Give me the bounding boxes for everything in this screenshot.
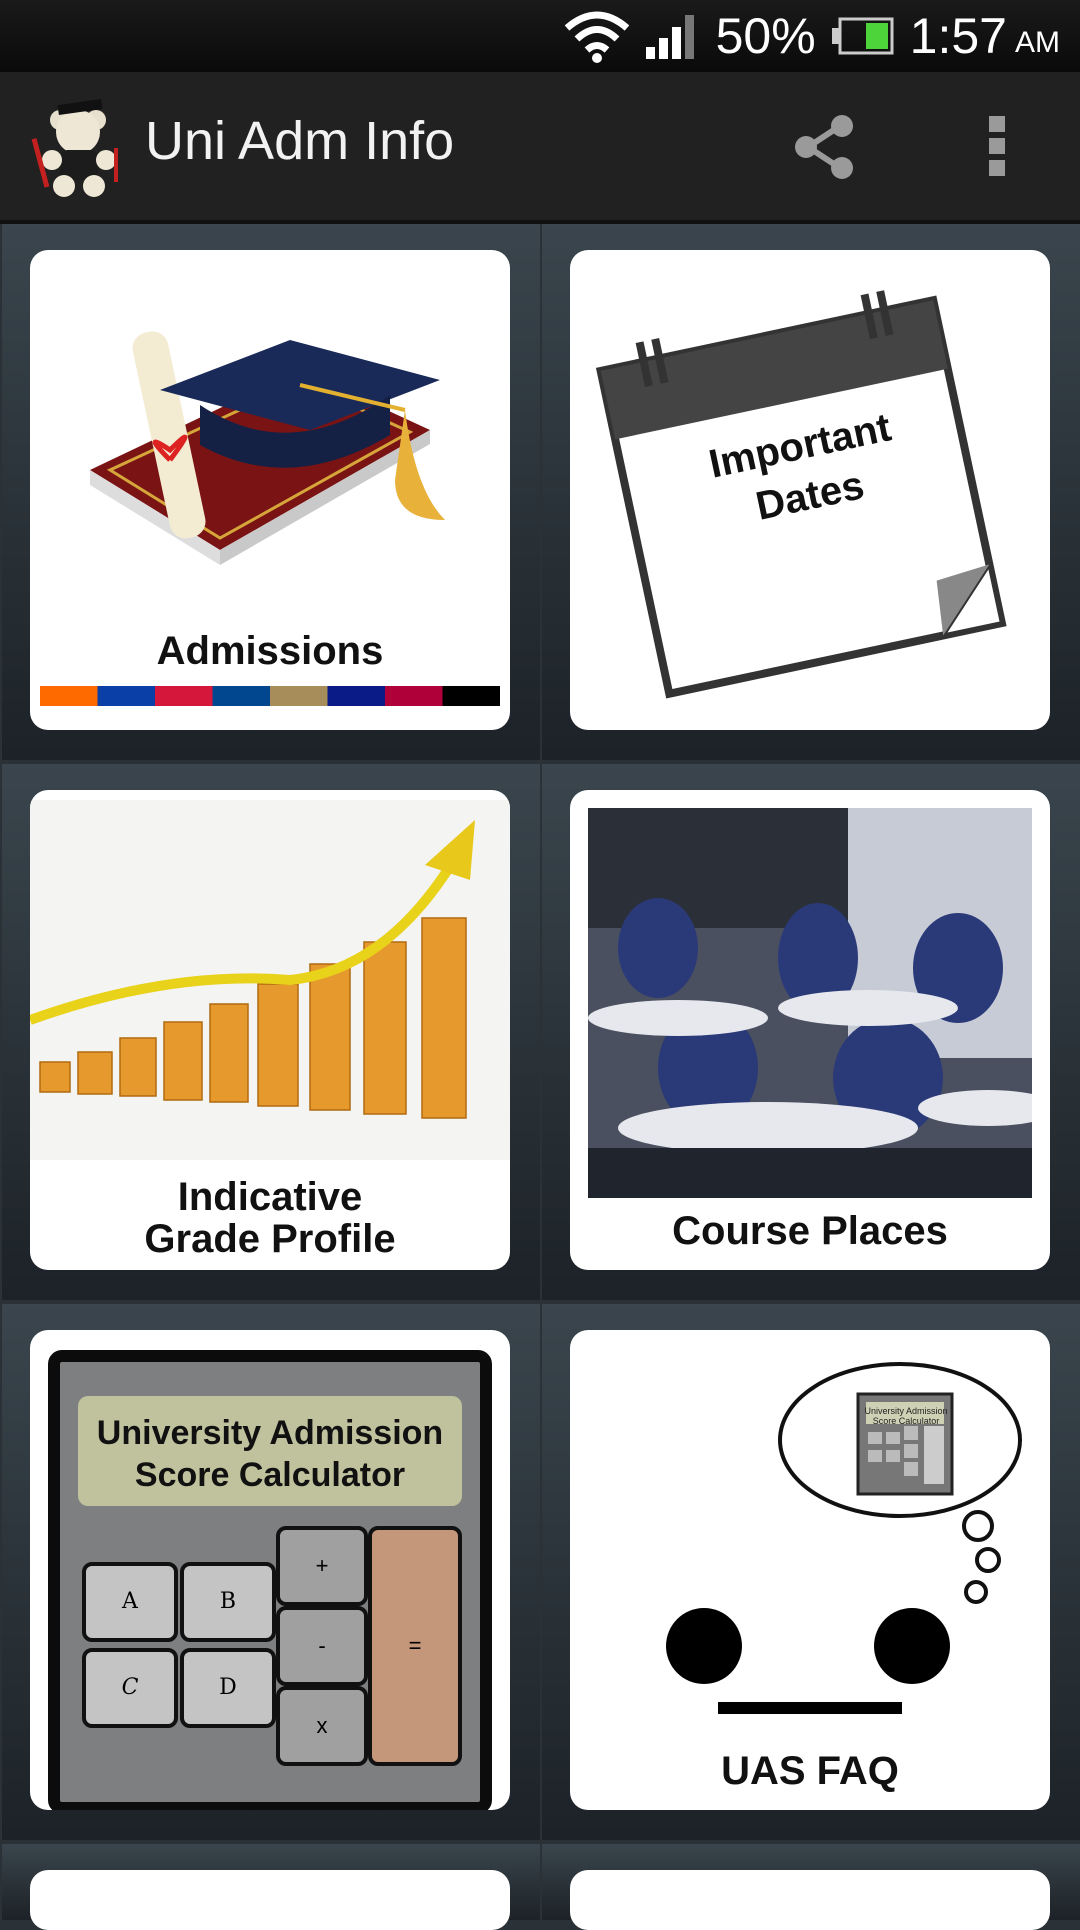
graduation-cap-book-image bbox=[90, 331, 445, 565]
calc-key-d: D bbox=[180, 1648, 276, 1728]
thought-calc-line2: Score Calculator bbox=[872, 1416, 940, 1426]
tile-grade-line1: Indicative bbox=[177, 1175, 363, 1219]
battery-percent: 50% bbox=[715, 8, 816, 64]
growth-chart-image bbox=[30, 800, 510, 1160]
stripe-segment bbox=[385, 686, 443, 706]
status-bar: 50% 1:57 AM bbox=[0, 0, 1080, 72]
tile-next-left[interactable] bbox=[30, 1870, 510, 1930]
calc-title-line1: University Admission bbox=[96, 1414, 444, 1452]
share-icon[interactable] bbox=[790, 112, 860, 182]
tile-next-right[interactable] bbox=[570, 1870, 1050, 1930]
calc-key-equals: = bbox=[368, 1526, 462, 1766]
app-logo-bear-icon[interactable] bbox=[30, 98, 130, 198]
tile-admissions-cell: Admissions bbox=[2, 224, 540, 760]
app-title: Uni Adm Info bbox=[145, 111, 455, 171]
tile-dates-cell: Important Dates bbox=[542, 224, 1080, 760]
clock-ampm: AM bbox=[1015, 26, 1060, 59]
tile-uas-faq[interactable]: University Admission Score Calculator UA… bbox=[570, 1330, 1050, 1810]
tile-grade-profile[interactable]: Indicative Grade Profile bbox=[30, 790, 510, 1270]
tile-next-right-cell bbox=[542, 1844, 1080, 1930]
menu-dot bbox=[989, 160, 1005, 176]
overflow-menu-icon[interactable] bbox=[975, 110, 1019, 190]
calc-title-line2: Score Calculator bbox=[134, 1456, 406, 1494]
menu-grid: Admissions Important Dates Indicative Gr… bbox=[0, 224, 1080, 1930]
tile-calc-cell: University Admission Score Calculator A … bbox=[2, 1304, 540, 1840]
clock-time: 1:57 bbox=[909, 8, 1007, 64]
thinking-face-image bbox=[666, 1362, 1022, 1714]
calc-key-plus: + bbox=[276, 1526, 368, 1606]
signal-icon bbox=[645, 15, 694, 59]
stripe-segment bbox=[97, 686, 156, 706]
status-indicators: 50% 1:57 AM bbox=[564, 0, 1060, 72]
action-bar: Uni Adm Info bbox=[0, 72, 1080, 224]
stripe-segment bbox=[40, 686, 98, 706]
wifi-icon bbox=[564, 11, 629, 63]
tile-grade-cell: Indicative Grade Profile bbox=[2, 764, 540, 1300]
tile-admissions-label: Admissions bbox=[156, 629, 384, 673]
stripe-segment bbox=[327, 686, 386, 706]
stripe-segment bbox=[212, 686, 271, 706]
battery-icon bbox=[831, 17, 894, 55]
tile-course-cell: Course Places bbox=[542, 764, 1080, 1300]
tile-important-dates[interactable]: Important Dates bbox=[570, 250, 1050, 730]
calc-key-c: C bbox=[82, 1648, 178, 1728]
thought-calc-line1: University Admission bbox=[864, 1406, 948, 1416]
calc-key-times: x bbox=[276, 1686, 368, 1766]
stripe-segment bbox=[270, 686, 328, 706]
classroom-image bbox=[588, 808, 1032, 1198]
calc-key-a: A bbox=[82, 1562, 178, 1642]
tile-course-places[interactable]: Course Places bbox=[570, 790, 1050, 1270]
tile-admissions[interactable]: Admissions bbox=[30, 250, 510, 730]
tile-faq-label: UAS FAQ bbox=[721, 1749, 899, 1793]
tile-next-left-cell bbox=[2, 1844, 540, 1930]
stripe-segment bbox=[155, 686, 213, 706]
stripe-segment bbox=[442, 686, 500, 706]
menu-dot bbox=[989, 116, 1005, 132]
tile-faq-cell: University Admission Score Calculator UA… bbox=[542, 1304, 1080, 1840]
menu-dot bbox=[989, 138, 1005, 154]
color-stripe bbox=[40, 686, 500, 706]
calc-key-b: B bbox=[180, 1562, 276, 1642]
tile-score-calculator[interactable]: University Admission Score Calculator A … bbox=[30, 1330, 510, 1810]
tile-course-label: Course Places bbox=[672, 1209, 948, 1253]
calc-key-minus: - bbox=[276, 1606, 368, 1686]
tile-grade-line2: Grade Profile bbox=[144, 1217, 396, 1261]
